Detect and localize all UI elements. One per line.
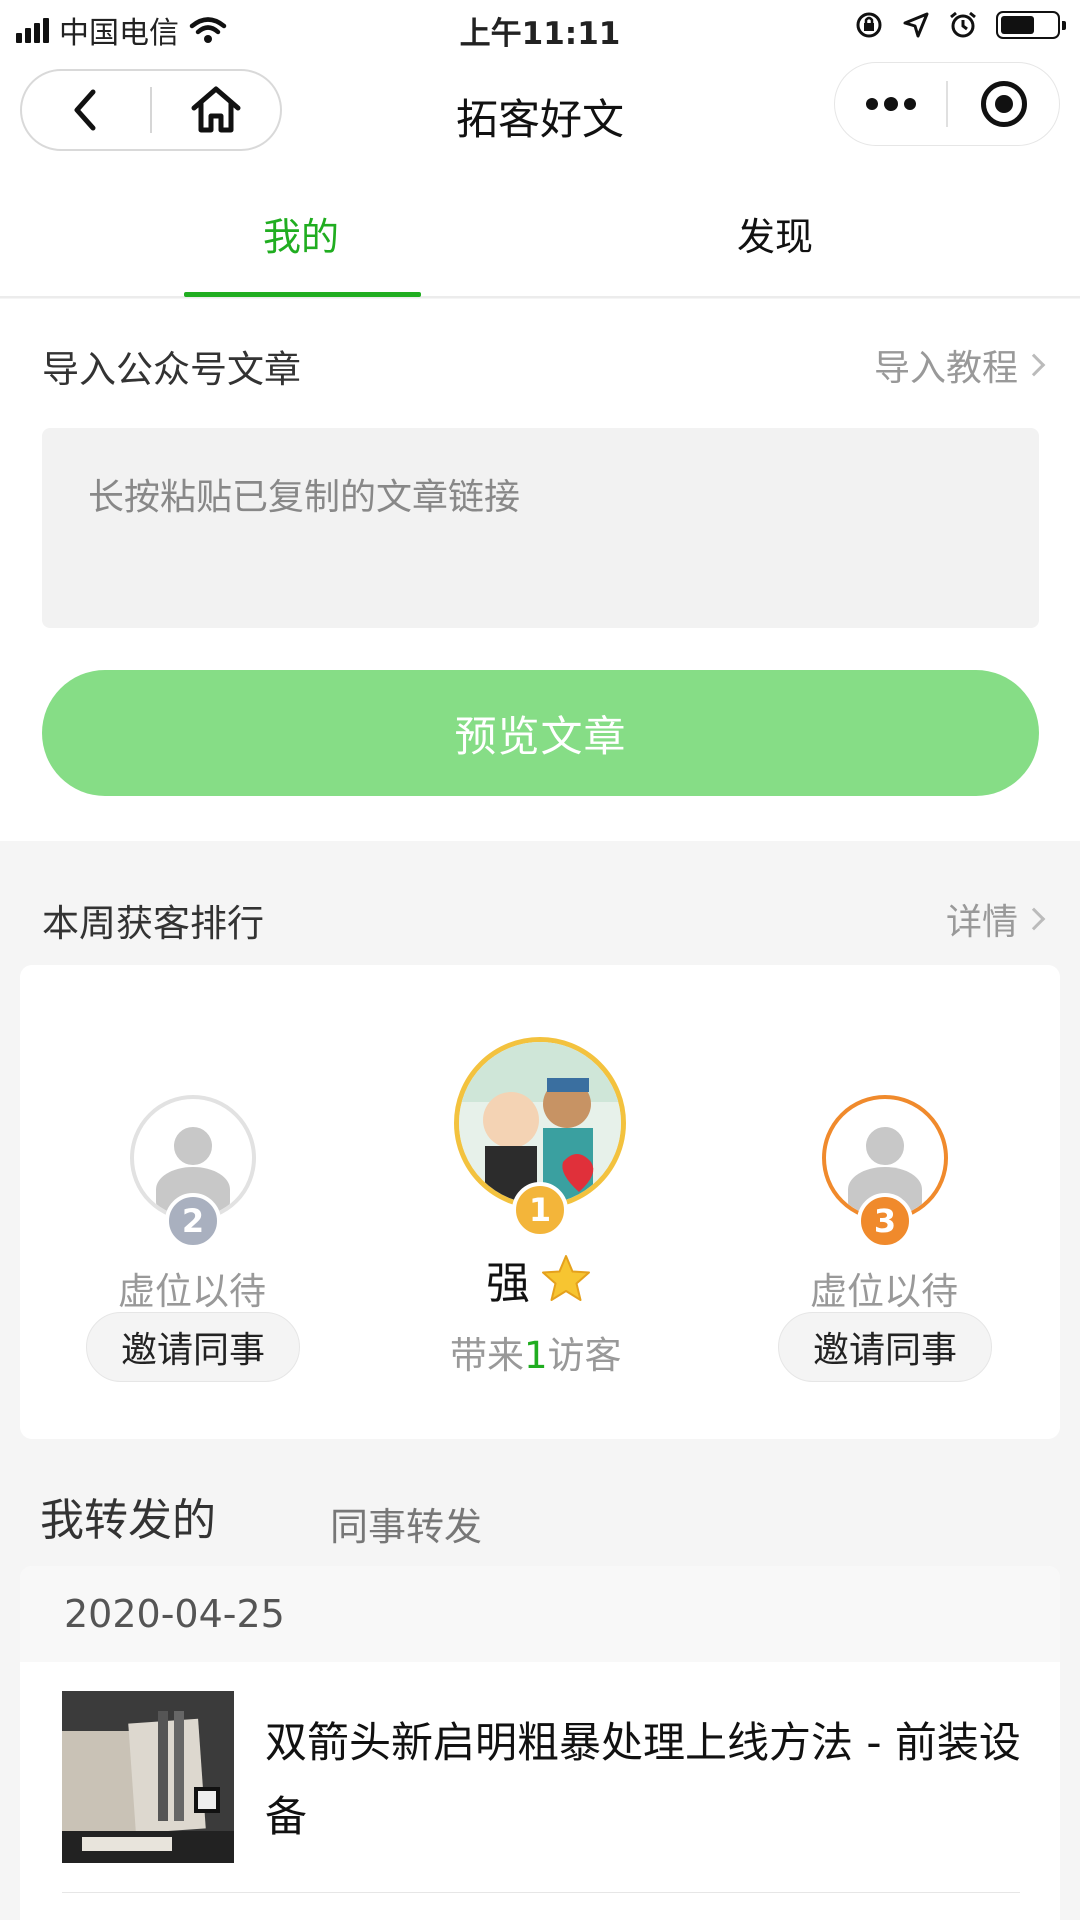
ranking-header: 本周获客排行 详情 <box>0 841 1080 961</box>
rank-3-name: 虚位以待 <box>810 1270 958 1313</box>
forwards-tab-bar: 我转发的 同事转发 <box>0 1440 1080 1566</box>
import-tutorial-link[interactable]: 导入教程 <box>873 339 1046 391</box>
import-tutorial-label: 导入教程 <box>873 348 1018 389</box>
divider <box>62 1892 1020 1893</box>
invite-colleague-button-3[interactable]: 邀请同事 <box>778 1312 992 1382</box>
ranking-details-link[interactable]: 详情 <box>945 893 1046 945</box>
import-title: 导入公众号文章 <box>42 348 301 391</box>
more-button[interactable] <box>835 63 946 145</box>
rotation-lock-icon <box>856 12 882 38</box>
rank-1-name-row: 强 <box>486 1247 592 1311</box>
article-link-input[interactable]: 长按粘贴已复制的文章链接 <box>42 428 1039 628</box>
star-icon <box>542 1255 590 1301</box>
visitors-suffix: 访客 <box>547 1334 622 1377</box>
more-icon <box>865 96 916 111</box>
nav-bar: 拓客好文 <box>0 56 1080 166</box>
close-miniprogram-icon <box>980 81 1027 127</box>
article-title: 双箭头新启明粗暴处理上线方法 - 前装设备 <box>265 1718 1021 1841</box>
article-thumbnail <box>62 1691 234 1863</box>
visitors-count: 1 <box>524 1334 548 1377</box>
import-section: 导入公众号文章 导入教程 长按粘贴已复制的文章链接 预览文章 <box>0 299 1080 841</box>
ranking-card: 2 虚位以待 邀请同事 1 强 带来1访客 3 虚位以待 邀请同事 <box>20 965 1060 1439</box>
rank-badge-2: 2 <box>165 1193 221 1249</box>
status-bar: 中国电信 上午11:11 <box>0 0 1080 56</box>
page: 中国电信 上午11:11 拓客好文 我的 发现 导入公众号文章 导入教程 长按粘… <box>0 0 1080 1920</box>
active-tab-indicator <box>184 292 421 297</box>
rank-1-visitors: 带来1访客 <box>450 1325 622 1379</box>
visitors-prefix: 带来 <box>450 1334 524 1377</box>
tab-my-forwards[interactable]: 我转发的 <box>40 1484 216 1548</box>
preview-article-button[interactable]: 预览文章 <box>42 670 1039 796</box>
date-header: 2020-04-25 <box>20 1566 1060 1662</box>
forwards-list: 2020-04-25 双箭头新启明粗暴处理上线方法 - 前装设备 <box>20 1566 1060 1920</box>
tab-discover[interactable]: 发现 <box>737 206 813 261</box>
avatar-photo <box>459 1042 621 1204</box>
alarm-icon <box>950 11 976 38</box>
close-miniprogram-button[interactable] <box>948 63 1059 145</box>
rank-badge-1: 1 <box>512 1182 568 1238</box>
tab-colleague-forwards[interactable]: 同事转发 <box>330 1496 482 1551</box>
ranking-title: 本周获客排行 <box>42 902 264 945</box>
invite-colleague-button-2[interactable]: 邀请同事 <box>86 1312 300 1382</box>
forward-date: 2020-04-25 <box>64 1592 285 1636</box>
nav-capsule-right <box>834 62 1060 146</box>
chevron-right-icon <box>1022 907 1046 931</box>
tab-bar: 我的 发现 <box>0 166 1080 298</box>
rank-1-name: 强 <box>486 1258 530 1309</box>
battery-icon <box>996 11 1066 39</box>
article-link-placeholder: 长按粘贴已复制的文章链接 <box>88 477 521 518</box>
location-icon <box>903 12 929 38</box>
rank-2-name: 虚位以待 <box>118 1270 266 1313</box>
tab-mine[interactable]: 我的 <box>263 206 339 261</box>
ranking-details-label: 详情 <box>945 902 1018 943</box>
chevron-right-icon <box>1022 353 1046 377</box>
rank-badge-3: 3 <box>857 1193 913 1249</box>
